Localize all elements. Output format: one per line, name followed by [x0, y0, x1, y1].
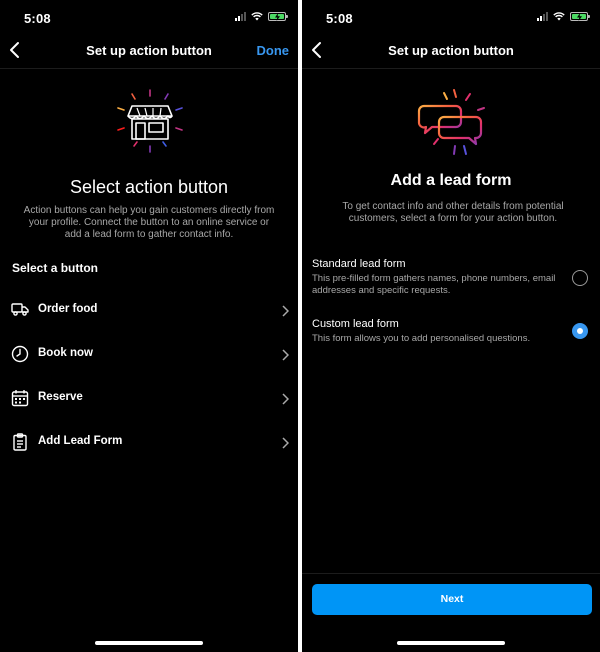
clipboard-icon [13, 433, 27, 451]
chevron-right-icon [282, 305, 289, 317]
home-indicator[interactable] [397, 641, 505, 645]
option-book-now[interactable]: Book now [0, 333, 298, 377]
standard-lead-form-option[interactable]: Standard lead form This pre-filled form … [312, 258, 600, 297]
option-add-lead-form[interactable]: Add Lead Form [0, 421, 298, 465]
chat-bubbles-icon [417, 89, 485, 155]
option-label: Add Lead Form [38, 435, 123, 447]
option-description: This pre-filled form gathers names, phon… [312, 273, 556, 296]
custom-lead-form-option[interactable]: Custom lead form This form allows you to… [312, 318, 600, 345]
custom-lead-form-radio[interactable] [572, 323, 588, 339]
nav-title: Set up action button [86, 43, 212, 58]
option-title: Custom lead form [312, 318, 399, 330]
wifi-icon [553, 12, 565, 21]
select-action-button-screen: 5:08 Set up action button Done Select ac… [0, 0, 298, 652]
done-button[interactable]: Done [257, 43, 290, 58]
battery-icon [268, 12, 288, 21]
nav-bar: Set up action button [302, 34, 600, 69]
section-label: Select a button [12, 261, 99, 275]
option-label: Book now [38, 347, 93, 359]
status-time: 5:08 [326, 11, 353, 26]
signal-icon [235, 12, 246, 21]
page-heading: Add a lead form [390, 172, 512, 189]
wifi-icon [251, 12, 263, 21]
status-bar: 5:08 [0, 0, 298, 34]
divider [302, 573, 600, 574]
option-description: This form allows you to add personalised… [312, 333, 531, 344]
chevron-right-icon [282, 349, 289, 361]
chevron-right-icon [282, 393, 289, 405]
calendar-icon [11, 390, 29, 407]
battery-icon [570, 12, 590, 21]
chevron-right-icon [282, 437, 289, 449]
status-icons [235, 12, 288, 21]
standard-lead-form-radio[interactable] [572, 270, 588, 286]
storefront-icon [117, 89, 183, 153]
nav-title: Set up action button [388, 43, 514, 58]
delivery-truck-icon [11, 303, 29, 316]
page-description: Action buttons can help you gain custome… [23, 205, 275, 240]
status-icons [537, 12, 590, 21]
option-title: Standard lead form [312, 258, 406, 270]
status-time: 5:08 [24, 11, 51, 26]
add-lead-form-screen: 5:08 Set up action button Add a lead for… [302, 0, 600, 652]
option-label: Order food [38, 303, 98, 315]
page-description: To get contact info and other details fr… [342, 201, 564, 224]
status-bar: 5:08 [302, 0, 600, 34]
clock-icon [11, 345, 29, 363]
option-reserve[interactable]: Reserve [0, 377, 298, 421]
signal-icon [537, 12, 548, 21]
next-button[interactable]: Next [312, 584, 592, 615]
nav-bar: Set up action button Done [0, 34, 298, 69]
home-indicator[interactable] [95, 641, 203, 645]
option-label: Reserve [38, 391, 83, 403]
option-order-food[interactable]: Order food [0, 289, 298, 333]
page-heading: Select action button [69, 177, 229, 197]
